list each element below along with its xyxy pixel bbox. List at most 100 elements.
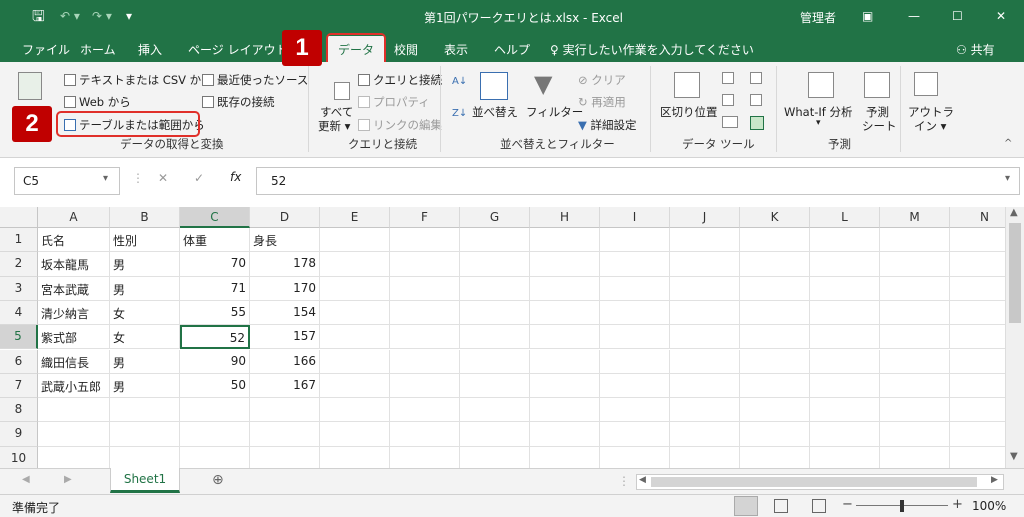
cell-j1[interactable]	[670, 228, 740, 253]
select-all-corner[interactable]	[0, 207, 38, 228]
vertical-scrollbar[interactable]: ▲ ▼	[1005, 207, 1024, 468]
column-header-g[interactable]: G	[460, 207, 530, 228]
save-icon[interactable]: 🖫	[32, 6, 45, 31]
cell-c5[interactable]: 52	[180, 325, 250, 350]
zoom-out-icon[interactable]: −	[842, 497, 853, 512]
cell-e2[interactable]	[320, 252, 390, 277]
cell-c10[interactable]	[180, 446, 250, 468]
scroll-right-icon[interactable]: ▶	[991, 475, 998, 485]
insert-function-icon[interactable]: fx	[230, 170, 241, 184]
cell-g1[interactable]	[460, 228, 530, 253]
scroll-left-icon[interactable]: ◀	[639, 475, 646, 485]
cell-i4[interactable]	[600, 300, 670, 326]
formula-input[interactable]: 52 ▾	[256, 167, 1020, 195]
advanced-button[interactable]: ▼ 詳細設定	[578, 117, 637, 133]
cell-b2[interactable]: 男	[110, 252, 180, 277]
recent-sources-button[interactable]: 最近使ったソース	[202, 72, 308, 88]
cell-k4[interactable]	[740, 300, 810, 326]
cell-k10[interactable]	[740, 446, 810, 468]
cell-g6[interactable]	[460, 349, 530, 374]
enter-icon[interactable]: ✓	[194, 171, 204, 185]
cell-d6[interactable]: 166	[250, 349, 320, 374]
tab-view[interactable]: 表示	[444, 41, 468, 58]
tab-home[interactable]: ホーム	[80, 41, 116, 58]
cell-i3[interactable]	[600, 276, 670, 301]
redo-icon[interactable]: ↷ ▾	[92, 9, 112, 23]
tab-file[interactable]: ファイル	[22, 41, 70, 58]
cell-n8[interactable]	[950, 398, 1005, 423]
cell-f1[interactable]	[390, 228, 460, 253]
cell-a8[interactable]	[38, 398, 110, 423]
cell-d9[interactable]	[250, 422, 320, 447]
data-model-icon[interactable]	[750, 116, 764, 130]
sort-az-icon[interactable]: A↓	[452, 76, 467, 87]
cell-m5[interactable]	[880, 325, 950, 350]
cell-a2[interactable]: 坂本龍馬	[38, 252, 110, 277]
what-if-dropdown-icon[interactable]: ▾	[816, 118, 821, 128]
cell-e10[interactable]	[320, 446, 390, 468]
cell-e9[interactable]	[320, 422, 390, 447]
cell-c7[interactable]: 50	[180, 373, 250, 399]
cell-b1[interactable]: 性別	[110, 228, 180, 253]
cell-l8[interactable]	[810, 398, 880, 423]
cell-l3[interactable]	[810, 276, 880, 301]
cell-j5[interactable]	[670, 325, 740, 350]
cell-i2[interactable]	[600, 252, 670, 277]
cell-h10[interactable]	[530, 446, 600, 468]
cell-d4[interactable]: 154	[250, 300, 320, 326]
scroll-down-icon[interactable]: ▼	[1010, 451, 1018, 462]
cell-k3[interactable]	[740, 276, 810, 301]
cell-f6[interactable]	[390, 349, 460, 374]
cell-m6[interactable]	[880, 349, 950, 374]
cell-f7[interactable]	[390, 373, 460, 399]
cell-l10[interactable]	[810, 446, 880, 468]
cell-e7[interactable]	[320, 373, 390, 399]
cell-a5[interactable]: 紫式部	[38, 325, 110, 350]
cell-b9[interactable]	[110, 422, 180, 447]
column-header-d[interactable]: D	[250, 207, 320, 228]
cell-i10[interactable]	[600, 446, 670, 468]
cell-d7[interactable]: 167	[250, 373, 320, 399]
cell-m1[interactable]	[880, 228, 950, 253]
collapse-ribbon-icon[interactable]: ^	[1004, 138, 1012, 149]
cell-e4[interactable]	[320, 300, 390, 326]
what-if-icon[interactable]	[808, 72, 834, 98]
cell-b6[interactable]: 男	[110, 349, 180, 374]
cell-e3[interactable]	[320, 276, 390, 301]
column-header-i[interactable]: I	[600, 207, 670, 228]
cell-i8[interactable]	[600, 398, 670, 423]
cell-i9[interactable]	[600, 422, 670, 447]
cell-g4[interactable]	[460, 300, 530, 326]
cell-g5[interactable]	[460, 325, 530, 350]
cell-j10[interactable]	[670, 446, 740, 468]
cell-e8[interactable]	[320, 398, 390, 423]
row-header-1[interactable]: 1	[0, 228, 38, 253]
cell-d5[interactable]: 157	[250, 325, 320, 350]
cell-h1[interactable]	[530, 228, 600, 253]
cell-k7[interactable]	[740, 373, 810, 399]
cell-f3[interactable]	[390, 276, 460, 301]
cell-g10[interactable]	[460, 446, 530, 468]
cell-h2[interactable]	[530, 252, 600, 277]
queries-connections-button[interactable]: クエリと接続	[358, 72, 442, 88]
ribbon-display-icon[interactable]: ▣	[862, 9, 873, 23]
add-sheet-icon[interactable]: ⊕	[212, 472, 224, 488]
cell-n5[interactable]	[950, 325, 1005, 350]
normal-view-icon[interactable]	[734, 496, 758, 516]
cell-n6[interactable]	[950, 350, 1005, 374]
column-header-m[interactable]: M	[880, 207, 950, 228]
cell-d3[interactable]: 170	[250, 276, 320, 301]
cell-a6[interactable]: 織田信長	[38, 349, 110, 374]
cell-m8[interactable]	[880, 398, 950, 423]
cell-m7[interactable]	[880, 373, 950, 399]
cell-l6[interactable]	[810, 349, 880, 374]
row-header-9[interactable]: 9	[0, 422, 38, 447]
cell-c1[interactable]: 体重	[180, 228, 250, 253]
name-box[interactable]: C5 ▾	[14, 167, 120, 195]
cell-l2[interactable]	[810, 252, 880, 277]
cell-h6[interactable]	[530, 349, 600, 374]
cell-m10[interactable]	[880, 446, 950, 468]
from-web-button[interactable]: Web から	[64, 94, 131, 110]
cell-g7[interactable]	[460, 373, 530, 399]
cell-n2[interactable]	[950, 252, 1005, 277]
